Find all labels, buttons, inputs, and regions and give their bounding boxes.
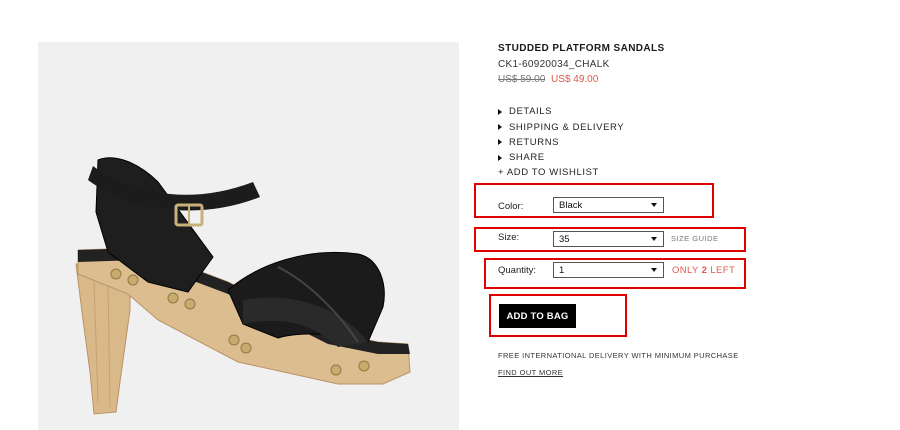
size-label: Size:	[498, 232, 520, 243]
product-sku: CK1-60920034_CHALK	[498, 59, 610, 70]
add-to-bag-button[interactable]: ADD TO BAG	[499, 304, 576, 328]
sandal-illustration	[75, 157, 411, 415]
accordion-share-label: SHARE	[509, 152, 545, 164]
product-image	[38, 42, 459, 430]
stock-suffix: LEFT	[710, 265, 736, 276]
price-block: US$ 59.00 US$ 49.00	[498, 74, 598, 85]
caret-right-icon	[498, 108, 502, 115]
size-select[interactable]: 35	[553, 231, 664, 247]
size-guide-link[interactable]: SIZE GUIDE	[671, 234, 719, 243]
stock-prefix: ONLY	[672, 265, 699, 276]
color-select-value: Black	[559, 199, 583, 211]
accordion-shipping[interactable]: SHIPPING & DELIVERY	[498, 119, 624, 134]
caret-right-icon	[498, 124, 502, 131]
accordion-details-label: DETAILS	[509, 106, 553, 118]
color-label: Color:	[498, 201, 524, 212]
dropdown-arrow-icon	[651, 203, 657, 207]
quantity-select[interactable]: 1	[553, 262, 664, 278]
accordion-share[interactable]: SHARE	[498, 150, 624, 165]
caret-right-icon	[498, 154, 502, 161]
caret-right-icon	[498, 139, 502, 146]
color-select[interactable]: Black	[553, 197, 664, 213]
stock-count: 2	[701, 265, 708, 276]
product-title: STUDDED PLATFORM SANDALS	[498, 43, 665, 54]
accordion-returns[interactable]: RETURNS	[498, 135, 624, 150]
dropdown-arrow-icon	[651, 268, 657, 272]
sale-price: US$ 49.00	[551, 74, 599, 85]
original-price: US$ 59.00	[498, 74, 546, 85]
accordion-shipping-label: SHIPPING & DELIVERY	[509, 121, 625, 133]
quantity-label: Quantity:	[498, 265, 537, 276]
add-to-wishlist-link[interactable]: + ADD TO WISHLIST	[498, 167, 599, 178]
find-out-more-link[interactable]: FIND OUT MORE	[498, 368, 563, 377]
product-accordion: DETAILS SHIPPING & DELIVERY RETURNS SHAR…	[498, 104, 624, 166]
stock-warning: ONLY 2 LEFT	[672, 265, 735, 276]
delivery-note: FREE INTERNATIONAL DELIVERY WITH MINIMUM…	[498, 351, 739, 360]
dropdown-arrow-icon	[651, 237, 657, 241]
accordion-returns-label: RETURNS	[509, 136, 560, 148]
quantity-select-value: 1	[559, 264, 565, 276]
size-select-value: 35	[559, 233, 570, 245]
accordion-details[interactable]: DETAILS	[498, 104, 624, 119]
